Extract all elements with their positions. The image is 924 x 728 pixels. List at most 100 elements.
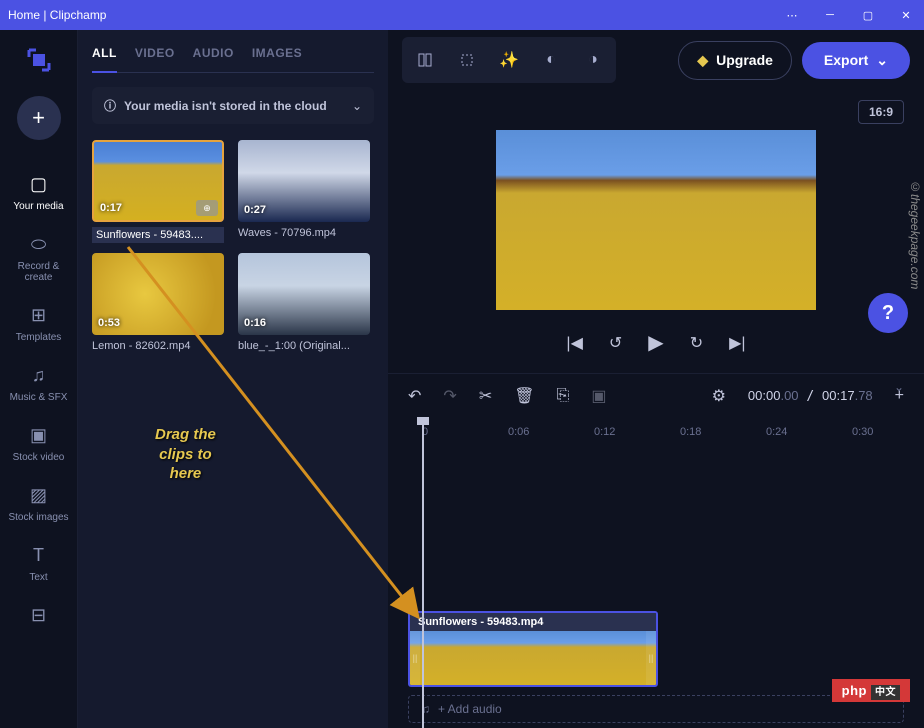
add-audio-track[interactable]: ♫ + Add audio [408, 695, 904, 723]
media-filename: Waves - 70796.mp4 [238, 227, 370, 239]
info-icon: ⓘ [104, 97, 116, 114]
clip-handle-left[interactable]: || [410, 631, 420, 685]
record-icon: ⬭ [31, 234, 46, 255]
media-grid: 0:17 ⊕ Sunflowers - 59483.... 0:27 Waves… [92, 140, 374, 352]
timeline-clip-sunflowers[interactable]: Sunflowers - 59483.mp4 || || [408, 611, 658, 687]
media-item-lemon[interactable]: 0:53 Lemon - 82602.mp4 [92, 253, 228, 352]
sidebar-item-templates[interactable]: ⊞ Templates [4, 295, 74, 353]
sidebar-item-your-media[interactable]: ▢ Your media [4, 164, 74, 222]
preview-canvas[interactable] [496, 130, 816, 310]
ruler-mark: 0:24 [766, 426, 787, 438]
crop-timeline-button[interactable]: ▣ [591, 386, 606, 406]
window-title: Home | Clipchamp [8, 8, 106, 22]
ruler-mark: 0:12 [594, 426, 615, 438]
skip-back-button[interactable]: |◀ [566, 333, 582, 353]
sidebar-item-stock-video[interactable]: ▣ Stock video [4, 415, 74, 473]
php-badge: php中文 [832, 679, 910, 702]
delete-button[interactable]: 🗑 [514, 386, 534, 406]
media-duration: 0:27 [244, 204, 266, 216]
media-panel: ALL VIDEO AUDIO IMAGES ⓘ Your media isn'… [78, 30, 388, 728]
upgrade-label: Upgrade [716, 52, 773, 68]
add-clip-icon[interactable]: ⊕ [196, 200, 218, 216]
sidebar-item-record[interactable]: ⬭ Record & create [4, 224, 74, 293]
media-item-waves[interactable]: 0:27 Waves - 70796.mp4 [238, 140, 374, 243]
skip-forward-button[interactable]: ▶| [729, 333, 745, 353]
watermark-text: ©thegeekpage.com [908, 180, 922, 289]
crop-tool[interactable] [450, 43, 484, 77]
duplicate-button[interactable]: ⎘ [557, 387, 570, 405]
filter-tool[interactable]: ◑ [576, 43, 610, 77]
media-filename: Lemon - 82602.mp4 [92, 340, 224, 352]
stock-images-icon: ▨ [30, 485, 47, 506]
media-duration: 0:16 [244, 317, 266, 329]
minimize-button[interactable]: ─ [820, 5, 840, 25]
text-icon: T [33, 545, 44, 566]
stock-video-icon: ▣ [30, 425, 47, 446]
preview-area: 16:9 |◀ ↺ ▶ ↻ ▶| ? ⌄ [388, 90, 924, 373]
adjust-tool[interactable]: ◐ [534, 43, 568, 77]
diamond-icon: ◆ [697, 52, 708, 69]
nav-label: Templates [16, 332, 62, 343]
timeline-toolbar: ↶ ↷ ✂ 🗑 ⎘ ▣ ⚙ 00:00.00 / 00:17.78 + [388, 373, 924, 417]
ruler-mark: 0:30 [852, 426, 873, 438]
timecode: 00:00.00 / 00:17.78 [748, 388, 873, 404]
music-icon: ♫ [421, 702, 430, 716]
help-button[interactable]: ? [868, 293, 908, 333]
tab-all[interactable]: ALL [92, 42, 117, 73]
chevron-down-icon: ⌄ [876, 52, 888, 69]
music-icon: ♫ [32, 365, 46, 386]
nav-label: Stock images [8, 512, 68, 523]
more-button[interactable]: ⋯ [782, 5, 802, 25]
ruler-mark: 0:18 [680, 426, 701, 438]
maximize-button[interactable]: ▢ [858, 5, 878, 25]
tool-group: ✨ ◐ ◑ [402, 37, 616, 83]
sidebar-item-text[interactable]: T Text [4, 535, 74, 593]
tab-video[interactable]: VIDEO [135, 42, 175, 64]
media-tabs: ALL VIDEO AUDIO IMAGES [92, 42, 374, 73]
media-filename: blue_-_1:00 (Original... [238, 340, 370, 352]
templates-icon: ⊞ [31, 305, 46, 326]
player-controls: |◀ ↺ ▶ ↻ ▶| [566, 330, 745, 355]
nav-label: Stock video [13, 452, 65, 463]
media-item-sunflowers[interactable]: 0:17 ⊕ Sunflowers - 59483.... [92, 140, 228, 243]
add-media-button[interactable]: + [17, 96, 61, 140]
sidebar-item-music[interactable]: ♫ Music & SFX [4, 355, 74, 413]
undo-button[interactable]: ↶ [408, 386, 421, 406]
tab-images[interactable]: IMAGES [252, 42, 302, 64]
clip-title: Sunflowers - 59483.mp4 [410, 613, 656, 631]
timeline-ruler[interactable]: 0 0:06 0:12 0:18 0:24 0:30 [408, 417, 904, 447]
effects-tool[interactable]: ✨ [492, 43, 526, 77]
aspect-ratio-button[interactable]: 16:9 [858, 100, 904, 124]
layout-tool[interactable] [408, 43, 442, 77]
media-duration: 0:17 [100, 202, 122, 214]
sidebar-item-more[interactable]: ⊟ [4, 595, 74, 636]
nav-label: Your media [13, 201, 63, 212]
cloud-notice[interactable]: ⓘ Your media isn't stored in the cloud ⌄ [92, 87, 374, 124]
upgrade-button[interactable]: ◆ Upgrade [678, 41, 792, 80]
chevron-down-icon: ⌄ [352, 99, 362, 113]
media-item-blue[interactable]: 0:16 blue_-_1:00 (Original... [238, 253, 374, 352]
play-button[interactable]: ▶ [648, 330, 663, 355]
close-button[interactable]: ✕ [896, 5, 916, 25]
rewind-button[interactable]: ↺ [609, 333, 622, 353]
forward-button[interactable]: ↻ [690, 333, 703, 353]
editor-area: ✨ ◐ ◑ ◆ Upgrade Export ⌄ 16:9 |◀ [388, 30, 924, 728]
redo-button[interactable]: ↷ [443, 386, 456, 406]
expand-preview-button[interactable]: ⌄ [894, 380, 904, 394]
window-titlebar: Home | Clipchamp ⋯ ─ ▢ ✕ [0, 0, 924, 30]
sidebar-item-stock-images[interactable]: ▨ Stock images [4, 475, 74, 533]
sidebar: + ▢ Your media ⬭ Record & create ⊞ Templ… [0, 30, 78, 728]
split-button[interactable]: ✂ [479, 386, 492, 406]
more-icon: ⊟ [31, 605, 46, 626]
drag-hint-annotation: Drag theclips tohere [155, 425, 216, 484]
app-logo [19, 40, 59, 80]
ruler-mark: 0:06 [508, 426, 529, 438]
nav-label: Text [29, 572, 47, 583]
tab-audio[interactable]: AUDIO [193, 42, 234, 64]
clip-handle-right[interactable]: || [646, 631, 656, 685]
cloud-notice-text: Your media isn't stored in the cloud [124, 99, 327, 113]
nav-label: Record & create [8, 261, 70, 283]
export-button[interactable]: Export ⌄ [802, 42, 910, 79]
settings-button[interactable]: ⚙ [712, 386, 726, 406]
export-label: Export [824, 52, 868, 68]
